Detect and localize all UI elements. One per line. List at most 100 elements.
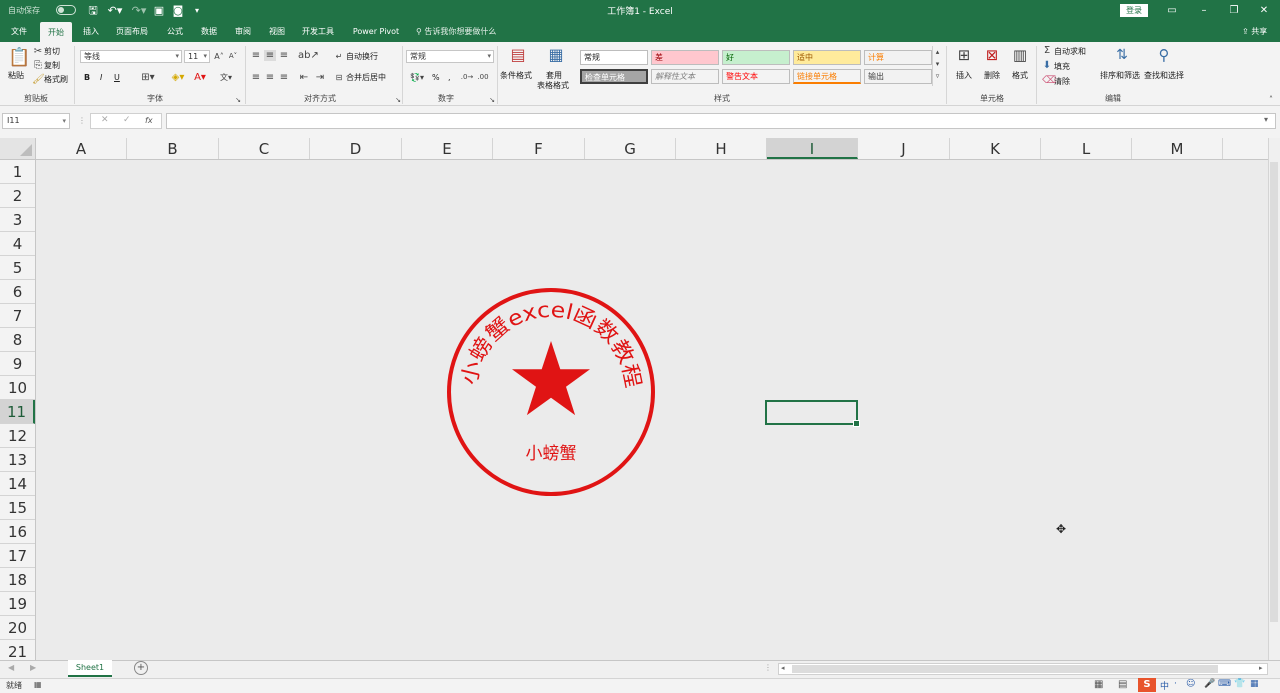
horizontal-scroll-thumb[interactable] bbox=[792, 665, 1218, 673]
column-header-j[interactable]: J bbox=[858, 138, 950, 159]
normal-view-icon[interactable]: ▦ bbox=[1094, 679, 1103, 690]
collapse-ribbon-icon[interactable]: ˄ bbox=[1266, 94, 1276, 105]
column-header-partial[interactable] bbox=[1223, 138, 1243, 159]
column-header-a[interactable]: A bbox=[36, 138, 127, 159]
cell-style-9[interactable]: 输出 bbox=[864, 69, 932, 84]
close-icon[interactable]: ✕ bbox=[1250, 2, 1278, 19]
row-header-11[interactable]: 11 bbox=[0, 400, 35, 424]
sheet-tab-sheet1[interactable]: Sheet1 bbox=[68, 660, 112, 677]
cell-style-0[interactable]: 常规 bbox=[580, 50, 648, 65]
percent-button[interactable]: % bbox=[432, 72, 440, 83]
column-header-l[interactable]: L bbox=[1041, 138, 1132, 159]
cell-style-1[interactable]: 差 bbox=[651, 50, 719, 65]
decrease-indent-icon[interactable]: ⇤ bbox=[298, 72, 310, 83]
grow-font-icon[interactable]: A˄ bbox=[214, 51, 224, 62]
cell-style-7[interactable]: 警告文本 bbox=[722, 69, 790, 84]
tab-view[interactable]: 视图 bbox=[262, 21, 292, 42]
page-layout-view-icon[interactable]: ▤ bbox=[1118, 679, 1127, 690]
row-header-13[interactable]: 13 bbox=[0, 448, 35, 472]
orientation-icon[interactable]: ab↗ bbox=[298, 50, 319, 61]
share-button[interactable]: ⇪ 共享 bbox=[1242, 24, 1267, 39]
punctuation-icon[interactable]: · bbox=[1174, 679, 1177, 689]
font-color-icon[interactable]: A▾ bbox=[190, 72, 210, 83]
insert-cells-icon[interactable]: ⊞ bbox=[954, 46, 974, 64]
row-header-12[interactable]: 12 bbox=[0, 424, 35, 448]
column-header-d[interactable]: D bbox=[310, 138, 402, 159]
comma-button[interactable]: , bbox=[448, 72, 451, 83]
italic-button[interactable]: I bbox=[100, 72, 102, 83]
format-painter-icon[interactable]: 🖌 bbox=[32, 74, 45, 85]
font-name-select[interactable]: 等线 bbox=[80, 50, 182, 63]
scroll-right-icon[interactable]: ▸ bbox=[1259, 664, 1263, 672]
expand-formula-icon[interactable]: ▾ bbox=[1264, 115, 1268, 124]
align-left-icon[interactable]: ≡ bbox=[250, 72, 262, 83]
sort-filter-button[interactable]: 排序和筛选 bbox=[1100, 70, 1140, 81]
cut-button[interactable]: 剪切 bbox=[44, 46, 60, 57]
toolbox-icon[interactable]: ▦ bbox=[1250, 679, 1259, 689]
align-center-icon[interactable]: ≡ bbox=[264, 72, 276, 83]
sort-filter-icon[interactable]: ⇅ bbox=[1112, 46, 1132, 64]
decrease-decimal-icon[interactable]: .00 bbox=[476, 72, 490, 83]
find-select-button[interactable]: 查找和选择 bbox=[1144, 70, 1184, 81]
cancel-icon[interactable]: ✕ bbox=[101, 115, 109, 125]
row-header-6[interactable]: 6 bbox=[0, 280, 35, 304]
keyboard-icon[interactable]: ⌨ bbox=[1218, 679, 1231, 689]
minimize-icon[interactable]: – bbox=[1190, 2, 1218, 19]
tab-split-handle[interactable]: ⋮ bbox=[764, 663, 772, 672]
fill-button[interactable]: 填充 bbox=[1054, 61, 1070, 72]
row-header-5[interactable]: 5 bbox=[0, 256, 35, 280]
tab-developer[interactable]: 开发工具 bbox=[296, 21, 340, 42]
delete-cells-icon[interactable]: ⊠ bbox=[982, 46, 1002, 64]
increase-decimal-icon[interactable]: .0→ bbox=[460, 72, 474, 83]
column-header-k[interactable]: K bbox=[950, 138, 1041, 159]
wrap-text-button[interactable]: 自动换行 bbox=[346, 51, 378, 62]
fx-icon[interactable]: fx bbox=[145, 116, 153, 125]
login-button[interactable]: 登录 bbox=[1120, 4, 1148, 17]
cell-style-4[interactable]: 计算 bbox=[864, 50, 932, 65]
vertical-scroll-thumb[interactable] bbox=[1270, 162, 1278, 622]
format-cells-button[interactable]: 格式 bbox=[1012, 70, 1028, 81]
cell-style-5[interactable]: 检查单元格 bbox=[580, 69, 648, 84]
gallery-scroll-icon[interactable]: ▴ ▾ ▿ bbox=[932, 46, 942, 86]
column-header-b[interactable]: B bbox=[127, 138, 219, 159]
scroll-left-icon[interactable]: ◂ bbox=[781, 664, 785, 672]
column-header-m[interactable]: M bbox=[1132, 138, 1223, 159]
column-header-i[interactable]: I bbox=[767, 138, 858, 159]
alignment-launcher-icon[interactable]: ↘ bbox=[394, 95, 402, 106]
column-header-c[interactable]: C bbox=[219, 138, 310, 159]
row-header-17[interactable]: 17 bbox=[0, 544, 35, 568]
row-header-1[interactable]: 1 bbox=[0, 160, 35, 184]
clear-icon[interactable]: ⌫ bbox=[1042, 75, 1056, 86]
sogou-ime-icon[interactable]: S bbox=[1138, 678, 1156, 692]
autosum-button[interactable]: 自动求和 bbox=[1054, 46, 1086, 57]
emoji-icon[interactable]: ☺ bbox=[1186, 679, 1195, 689]
add-sheet-button[interactable]: + bbox=[134, 661, 148, 675]
ribbon-display-icon[interactable]: ▭ bbox=[1158, 2, 1186, 19]
wrap-text-icon[interactable]: ↵ bbox=[334, 51, 344, 62]
red-seal-stamp[interactable]: 小螃蟹excel函数教程 小螃蟹 bbox=[444, 285, 658, 499]
shrink-font-icon[interactable]: A˅ bbox=[228, 51, 238, 62]
fill-icon[interactable]: ⬇ bbox=[1042, 60, 1052, 71]
row-header-8[interactable]: 8 bbox=[0, 328, 35, 352]
merge-center-button[interactable]: 合并后居中 bbox=[346, 72, 386, 83]
column-header-h[interactable]: H bbox=[676, 138, 767, 159]
column-header-e[interactable]: E bbox=[402, 138, 493, 159]
table-format-label-2[interactable]: 表格格式 bbox=[537, 80, 569, 91]
macro-record-icon[interactable]: ▦ bbox=[34, 680, 42, 689]
align-bottom-icon[interactable]: ≡ bbox=[278, 50, 290, 61]
tab-data[interactable]: 数据 bbox=[194, 21, 224, 42]
microphone-icon[interactable]: 🎤 bbox=[1204, 679, 1215, 689]
row-header-2[interactable]: 2 bbox=[0, 184, 35, 208]
cell-style-8[interactable]: 链接单元格 bbox=[793, 69, 861, 84]
column-header-f[interactable]: F bbox=[493, 138, 585, 159]
tab-review[interactable]: 审阅 bbox=[228, 21, 258, 42]
name-box[interactable]: I11 bbox=[2, 113, 70, 129]
prev-sheet-icon[interactable]: ◀ bbox=[8, 663, 14, 672]
skin-icon[interactable]: 👕 bbox=[1234, 679, 1245, 689]
row-header-4[interactable]: 4 bbox=[0, 232, 35, 256]
autosum-icon[interactable]: Σ bbox=[1042, 45, 1052, 56]
cell-style-3[interactable]: 适中 bbox=[793, 50, 861, 65]
format-cells-icon[interactable]: ▥ bbox=[1010, 46, 1030, 64]
insert-cells-button[interactable]: 插入 bbox=[956, 70, 972, 81]
ime-mode-label[interactable]: 中 bbox=[1160, 679, 1169, 692]
